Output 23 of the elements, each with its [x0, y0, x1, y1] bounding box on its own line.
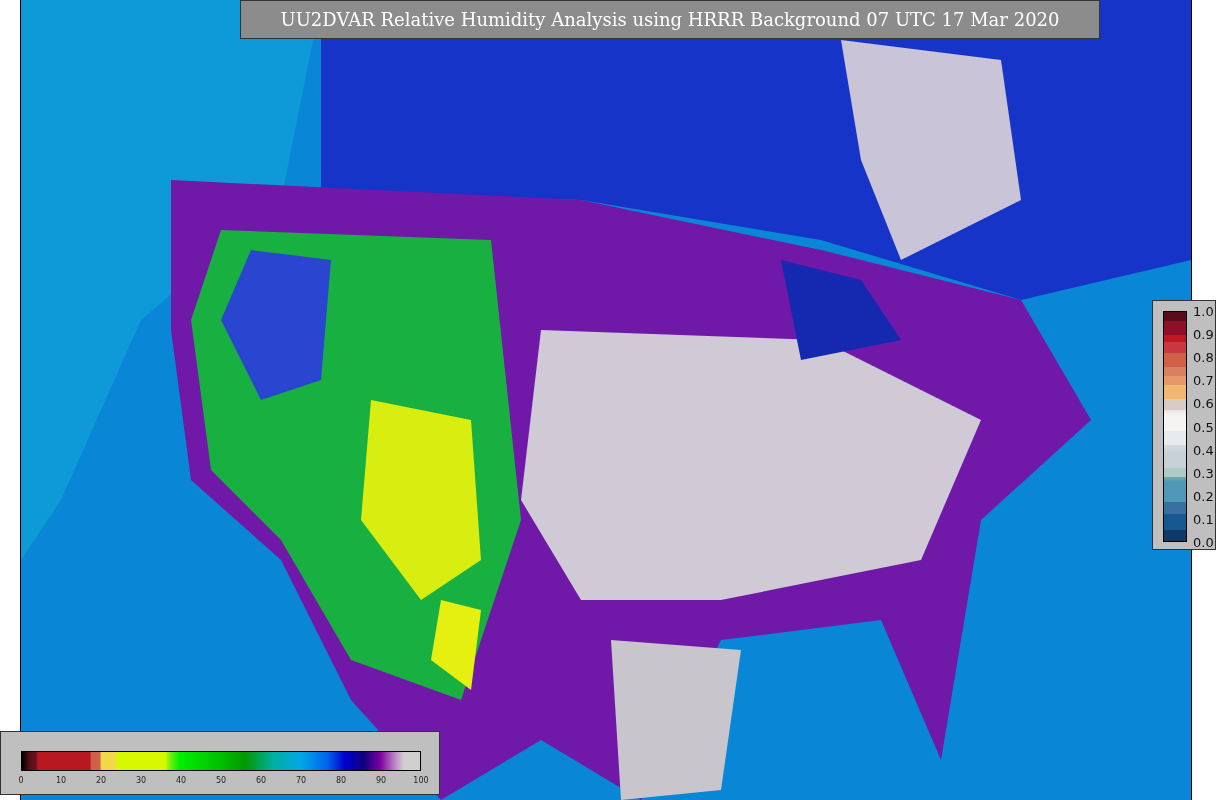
tick-label: 80: [335, 776, 347, 785]
tick-label: 100: [413, 776, 429, 785]
tick-label: 0.2: [1193, 488, 1214, 504]
tick-label: 30: [135, 776, 147, 785]
tick-label: 60: [255, 776, 267, 785]
tick-label: 0.6: [1193, 395, 1214, 411]
tick-label: 0.7: [1193, 372, 1214, 388]
map-title: UU2DVAR Relative Humidity Analysis using HRRR Background 07 UTC 17 Mar 2020: [240, 0, 1100, 39]
tick-label: 10: [55, 776, 67, 785]
tick-label: 0: [18, 776, 24, 785]
tick-label: 40: [175, 776, 187, 785]
tick-label: 0.1: [1193, 511, 1214, 527]
tick-label: 0.3: [1193, 465, 1214, 481]
tick-label: 0.9: [1193, 326, 1214, 342]
tick-label: 90: [375, 776, 387, 785]
tick-label: 0.8: [1193, 349, 1214, 365]
tick-label: 50: [215, 776, 227, 785]
tick-label: 0.4: [1193, 442, 1214, 458]
tick-label: 70: [295, 776, 307, 785]
tick-label: 20: [95, 776, 107, 785]
tick-label: 0.5: [1193, 419, 1214, 434]
tick-label: 0.0: [1193, 534, 1214, 550]
tick-label: 1.0: [1193, 303, 1214, 319]
